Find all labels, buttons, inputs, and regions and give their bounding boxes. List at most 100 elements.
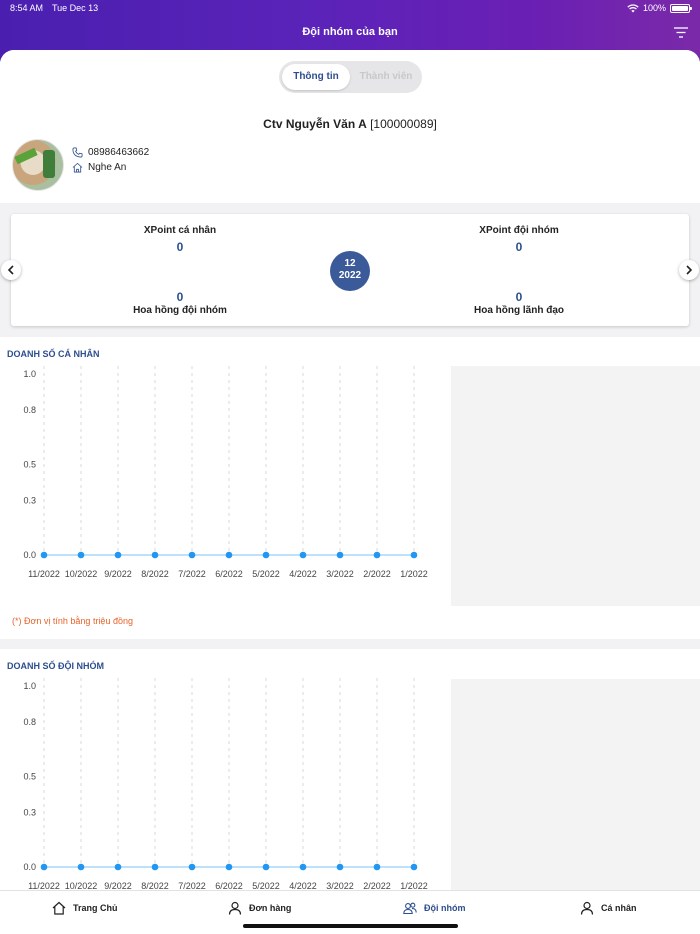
- team-sales-card: DOANH SỐ ĐỘI NHÓM 0.0 0.3 0.5 0.8 1.0 11/2022…: [0, 649, 700, 890]
- data-point: [262, 863, 270, 871]
- battery-percent: 100%: [642, 3, 666, 13]
- month-value: 12: [344, 258, 356, 269]
- y-tick-label: 0.8: [23, 717, 36, 727]
- phone-icon: [72, 147, 83, 158]
- data-point: [77, 863, 85, 871]
- chart-side-panel: [451, 679, 700, 890]
- status-time: 8:54 AM: [10, 3, 44, 13]
- kpi-card: XPoint cá nhân 0 XPoint đội nhóm 0 12 20…: [11, 214, 689, 326]
- data-point: [410, 863, 418, 871]
- x-tick-label: 9/2022: [104, 569, 132, 579]
- y-tick-label: 0.5: [23, 772, 36, 782]
- data-point: [188, 863, 196, 871]
- leader-commission-label: Hoa hồng lãnh đạo: [474, 305, 564, 316]
- y-tick-label: 0.3: [23, 808, 36, 818]
- avatar: [12, 139, 64, 191]
- y-tick-label: 0.0: [23, 862, 36, 872]
- phone-number: 08986463662: [88, 147, 150, 158]
- y-tick-label: 0.5: [23, 460, 36, 470]
- x-tick-label: 7/2022: [178, 569, 206, 579]
- status-date: Tue Dec 13: [52, 3, 99, 13]
- data-point: [77, 551, 85, 559]
- x-tick-label: 5/2022: [252, 881, 280, 890]
- member-name-line: Ctv Nguyễn Văn A [100000089]: [0, 117, 700, 131]
- x-tick-label: 6/2022: [215, 881, 243, 890]
- member-name: Ctv Nguyễn Văn A: [263, 117, 367, 131]
- x-tick-label: 9/2022: [104, 881, 132, 890]
- month-badge[interactable]: 12 2022: [330, 251, 370, 291]
- x-tick-label: 3/2022: [326, 881, 354, 890]
- team-commission-label: Hoa hồng đội nhóm: [133, 305, 227, 316]
- x-tick-label: 6/2022: [215, 569, 243, 579]
- data-point: [262, 551, 270, 559]
- data-point: [225, 863, 233, 871]
- x-tick-label: 7/2022: [178, 881, 206, 890]
- x-tick-label: 5/2022: [252, 569, 280, 579]
- tab-home[interactable]: Trang Chủ: [52, 901, 118, 915]
- xpoint-personal-label: XPoint cá nhân: [143, 225, 217, 236]
- user-icon: [228, 901, 242, 915]
- data-point: [114, 863, 122, 871]
- chart-side-panel: [451, 366, 700, 606]
- prev-month-button[interactable]: [1, 260, 21, 280]
- tab-team[interactable]: Đội nhóm: [403, 901, 466, 915]
- team-sales-title: DOANH SỐ ĐỘI NHÓM: [7, 661, 105, 671]
- x-tick-label: 11/2022: [28, 881, 60, 890]
- x-tick-label: 8/2022: [141, 569, 169, 579]
- status-right: 100%: [627, 3, 692, 13]
- home-icon: [72, 162, 83, 173]
- y-tick-label: 1.0: [23, 369, 36, 379]
- x-tick-label: 10/2022: [65, 569, 98, 579]
- tab-profile[interactable]: Cá nhân: [580, 901, 637, 915]
- next-month-button[interactable]: [679, 260, 699, 280]
- y-tick-label: 1.0: [23, 681, 36, 691]
- x-tick-label: 11/2022: [28, 569, 60, 579]
- xpoint-team-value: 0: [515, 240, 523, 254]
- tab-info[interactable]: Thông tin: [282, 64, 350, 90]
- wifi-icon: [627, 3, 639, 12]
- leader-commission-value: 0: [515, 290, 523, 304]
- address: Nghe An: [88, 162, 127, 173]
- x-tick-label: 10/2022: [65, 881, 98, 890]
- tab-orders[interactable]: Đơn hàng: [228, 901, 291, 915]
- y-tick-label: 0.3: [23, 496, 36, 506]
- team-commission-value: 0: [176, 290, 184, 304]
- data-point: [225, 551, 233, 559]
- xpoint-team-label: XPoint đội nhóm: [479, 225, 559, 236]
- team-sales-chart: 0.0 0.3 0.5 0.8 1.0 11/2022 10/2022 9/2022 8/202…: [23, 678, 428, 890]
- data-point: [373, 863, 381, 871]
- data-point: [40, 863, 48, 871]
- battery-icon: [670, 3, 692, 13]
- filter-icon[interactable]: [674, 27, 688, 38]
- data-point: [336, 551, 344, 559]
- data-point: [151, 551, 159, 559]
- data-point: [188, 551, 196, 559]
- x-tick-label: 2/2022: [363, 881, 391, 890]
- x-tick-label: 8/2022: [141, 881, 169, 890]
- page-title: Đội nhóm của bạn: [302, 26, 398, 38]
- chevron-right-icon: [686, 265, 693, 275]
- home-icon: [52, 901, 66, 915]
- data-point: [151, 863, 159, 871]
- tab-orders-label: Đơn hàng: [249, 903, 292, 913]
- x-tick-label: 4/2022: [289, 569, 317, 579]
- person-icon: [580, 901, 594, 915]
- personal-sales-chart: 0.0 0.3 0.5 0.8 1.0 11/2022 10/2022 9/2022 8/202…: [23, 366, 428, 579]
- team-icon: [403, 902, 417, 915]
- tab-profile-label: Cá nhân: [601, 903, 637, 913]
- x-tick-label: 1/2022: [400, 881, 428, 890]
- personal-sales-title: DOANH SỐ CÁ NHÂN: [7, 349, 100, 359]
- x-tick-label: 2/2022: [363, 569, 391, 579]
- y-tick-label: 0.0: [23, 550, 36, 560]
- data-point: [373, 551, 381, 559]
- data-point: [336, 863, 344, 871]
- tab-members[interactable]: Thành viên: [353, 64, 419, 90]
- phone-row: 08986463662: [72, 147, 149, 158]
- data-point: [299, 551, 307, 559]
- personal-sales-card: DOANH SỐ CÁ NHÂN 0.0 0.3 0.5 0.8 1.0 11/2022 1…: [0, 337, 700, 639]
- xpoint-personal-value: 0: [176, 240, 184, 254]
- y-tick-label: 0.8: [23, 405, 36, 415]
- x-tick-label: 4/2022: [289, 881, 317, 890]
- x-tick-label: 3/2022: [326, 569, 354, 579]
- year-value: 2022: [338, 270, 362, 281]
